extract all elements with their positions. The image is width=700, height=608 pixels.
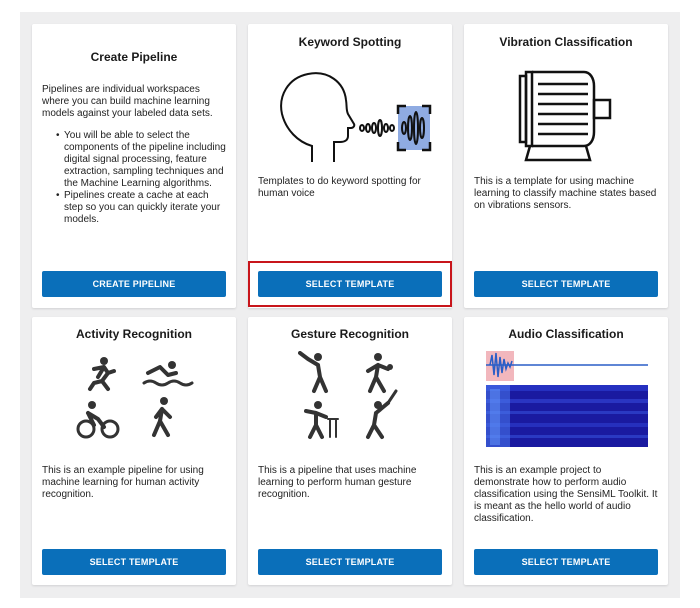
card-description: Pipelines are individual workspaces wher… — [42, 84, 213, 119]
card-title: Gesture Recognition — [290, 327, 409, 341]
card-description: This is an example project to demonstrat… — [474, 465, 658, 524]
card-title: Activity Recognition — [75, 327, 192, 341]
audio-classification-card: Audio Classification This is an example … — [464, 317, 668, 585]
card-title: Vibration Classification — [499, 35, 633, 49]
select-template-button-audio[interactable]: SELECT TEMPLATE — [474, 549, 658, 575]
card-title: Keyword Spotting — [298, 35, 402, 49]
motor-icon — [518, 70, 612, 162]
selection-highlight — [248, 261, 452, 307]
card-description: This is an example pipeline for using ma… — [42, 465, 204, 500]
vibration-classification-card: Vibration Classification This is a templ… — [464, 24, 668, 308]
create-pipeline-button[interactable]: CREATE PIPELINE — [42, 271, 226, 297]
card-title: Create Pipeline — [90, 50, 178, 64]
gesture-recognition-card: Gesture Recognition This is a pipeline t… — [248, 317, 452, 585]
card-description: Templates to do keyword spotting for hum… — [258, 176, 421, 199]
create-pipeline-card: Create Pipeline Pipelines are individual… — [32, 24, 236, 308]
select-template-button-activity[interactable]: SELECT TEMPLATE — [42, 549, 226, 575]
card-title: Audio Classification — [508, 327, 624, 341]
card-bullet-list: You will be able to select the component… — [42, 130, 230, 226]
select-template-button-vibration[interactable]: SELECT TEMPLATE — [474, 271, 658, 297]
activity-icons — [76, 357, 194, 439]
head-voice-icon — [280, 72, 432, 162]
activity-recognition-card: Activity Recognition This is an example … — [32, 317, 236, 585]
spectrogram-image — [486, 351, 648, 447]
list-item: You will be able to select the component… — [42, 130, 230, 190]
list-item: Pipelines create a cache at each step so… — [42, 190, 230, 226]
gesture-icons — [298, 351, 398, 439]
card-description: This is a template for using machine lea… — [474, 176, 657, 211]
card-description: This is a pipeline that uses machine lea… — [258, 465, 417, 500]
select-template-button-gesture[interactable]: SELECT TEMPLATE — [258, 549, 442, 575]
